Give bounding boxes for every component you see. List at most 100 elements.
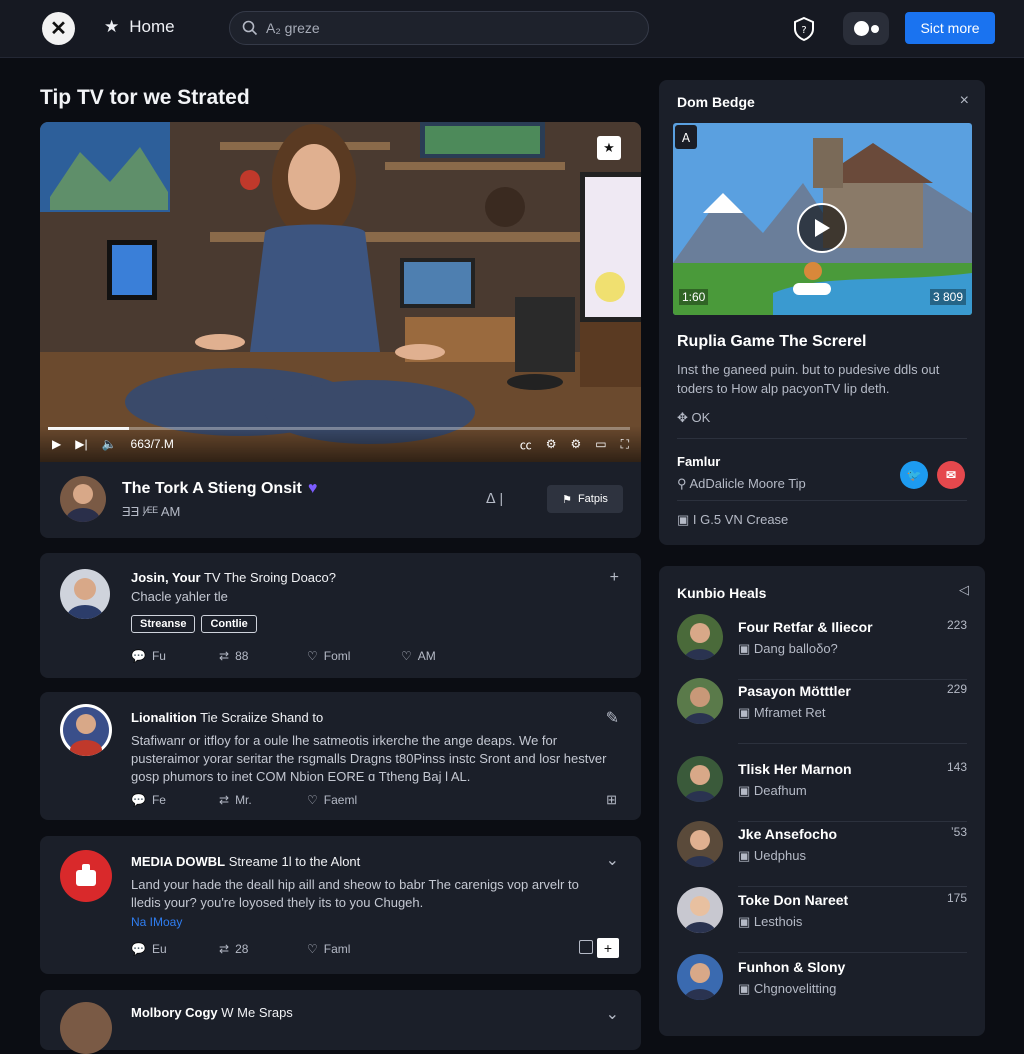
friend-item[interactable]: Tlisk Her Marnon ▣ Deafhum 143	[677, 756, 967, 822]
tag-chip[interactable]: Streanse	[131, 615, 196, 633]
friend-avatar[interactable]	[677, 756, 723, 802]
family-label: Famlur	[677, 454, 721, 469]
like-button[interactable]: ♡ Faeml	[307, 793, 357, 807]
mail-icon[interactable]: ✉	[937, 461, 965, 489]
comment-button[interactable]: 💬 Fe	[131, 793, 219, 807]
chevron-down-icon[interactable]: ⌄	[606, 850, 619, 870]
post-avatar[interactable]	[60, 704, 112, 756]
settings-icon[interactable]: ⚙	[546, 437, 557, 451]
friend-avatar[interactable]	[677, 678, 723, 724]
friend-name: Funhon & Slony	[738, 959, 846, 975]
repost-icon: ⇄	[219, 649, 230, 663]
friend-item[interactable]: Funhon & Slony ▣ Chgnovelitting	[677, 954, 967, 1020]
game-description: Inst the ganeed puin. but to pudesive dd…	[677, 362, 940, 396]
repost-button[interactable]: ⇄ 28	[219, 942, 307, 956]
time-readout: 663/7.M	[130, 437, 174, 451]
comment-icon: 💬	[131, 649, 146, 663]
post-actions: 💬 Eu ⇄ 28 ♡ Faml	[131, 942, 350, 956]
post-avatar[interactable]	[60, 569, 110, 619]
friend-item[interactable]: Jke Ansefocho ▣ Uedphus ʼ53	[677, 821, 967, 887]
post-title: MEDIA DOWBL Streame 1l to the Alont	[131, 854, 361, 869]
panel-title: Dom Bedge	[677, 94, 755, 110]
friend-status: ▣ Chgnovelitting	[738, 981, 837, 996]
search-icon	[242, 20, 258, 36]
post-avatar[interactable]	[60, 1002, 112, 1054]
play-icon[interactable]: ▶	[52, 437, 61, 451]
video-player[interactable]: ★ ▶ ▶| 🔈 663/7.M ㏄ ⚙ ⚙ ▭ ⛶	[40, 122, 641, 462]
add-button[interactable]: +	[597, 938, 619, 958]
friend-item[interactable]: Four Retfar & Iliecor ▣ Dang balloδο? 223	[677, 614, 967, 680]
see-more-button[interactable]: Sict more	[905, 12, 995, 44]
family-sub2: ▣ I G.5 VN Crease	[677, 512, 789, 527]
page-title: Tip TV tor we Strated	[40, 86, 250, 109]
channel-avatar[interactable]	[60, 476, 106, 522]
checkbox[interactable]	[579, 940, 593, 954]
friend-item[interactable]: Pasayon Mötttler ▣ Mframet Ret 229	[677, 678, 967, 744]
video-frame	[40, 122, 641, 462]
bookmark-icon[interactable]: ★	[597, 136, 621, 160]
divider	[677, 500, 967, 501]
like-button[interactable]: ᐃ |	[486, 490, 503, 507]
friend-avatar[interactable]	[677, 954, 723, 1000]
home-nav[interactable]: ★ Home	[104, 17, 175, 37]
shield-question-icon[interactable]: ?	[790, 15, 818, 43]
search-box[interactable]	[229, 11, 649, 45]
friend-name: Tlisk Her Marnon	[738, 761, 852, 777]
volume-icon[interactable]: 🔈	[102, 437, 117, 451]
friend-avatar[interactable]	[677, 821, 723, 867]
game-thumbnail[interactable]: A 1:60 3 809	[673, 123, 972, 315]
friend-count: 223	[946, 618, 967, 632]
quality-icon[interactable]: ⚙	[570, 437, 581, 451]
friend-status: ▣ Deafhum	[738, 783, 807, 798]
friend-status: ▣ Lesthois	[738, 914, 803, 929]
theme-toggle[interactable]	[843, 12, 889, 45]
repost-button[interactable]: ⇄ Mr.	[219, 793, 307, 807]
top-bar: ✕ ★ Home ? Sict more	[0, 0, 1024, 58]
twitter-icon[interactable]: 🐦	[900, 461, 928, 489]
heart-outline-icon: ♡	[307, 649, 318, 663]
friend-count: ʼ53	[950, 825, 967, 839]
svg-text:?: ?	[801, 25, 806, 36]
edit-icon[interactable]: ◁	[959, 582, 969, 598]
friend-item[interactable]: Toke Don Nareet ▣ Lesthois 175	[677, 887, 967, 953]
media-avatar[interactable]	[60, 850, 112, 902]
close-icon[interactable]: ×	[960, 92, 969, 110]
status-icon: ▣	[738, 914, 751, 929]
play-button[interactable]	[797, 203, 847, 253]
post-link[interactable]: Na IMoay	[131, 915, 182, 929]
edit-icon[interactable]: ✎	[606, 708, 619, 728]
tag-chip[interactable]: Contlie	[201, 615, 257, 633]
like-button[interactable]: ♡ Faml	[307, 942, 350, 956]
fullscreen-icon[interactable]: ⛶	[621, 437, 629, 452]
divider	[738, 952, 967, 953]
repost-button[interactable]: ⇄ 88	[219, 649, 307, 663]
plus-icon[interactable]: +	[610, 569, 619, 587]
captions-icon[interactable]: ㏄	[520, 436, 532, 453]
star-icon: ★	[104, 17, 120, 36]
like-button[interactable]: ♡ Foml	[307, 649, 401, 663]
status-icon: ▣	[738, 705, 751, 720]
repost-icon: ⇄	[219, 942, 230, 956]
chevron-down-icon[interactable]: ⌄	[606, 1004, 619, 1024]
theater-icon[interactable]: ▭	[595, 437, 606, 451]
follow-button[interactable]: ⚑ Fatpis	[547, 485, 623, 513]
friend-status: ▣ Mframet Ret	[738, 705, 826, 720]
gamepad-icon: ✥	[677, 410, 688, 425]
game-title: Ruplia Game The Screrel	[677, 333, 867, 350]
save-button[interactable]: ♡ AM	[401, 649, 436, 663]
media-icon[interactable]: ⊞	[606, 792, 617, 808]
repost-icon: ⇄	[219, 793, 230, 807]
comment-button[interactable]: 💬 Eu	[131, 942, 219, 956]
friend-avatar[interactable]	[677, 887, 723, 933]
next-icon[interactable]: ▶|	[75, 437, 87, 451]
comment-button[interactable]: 💬 Fu	[131, 649, 219, 663]
app-logo[interactable]: ✕	[42, 12, 75, 45]
post-actions: 💬 Fu ⇄ 88 ♡ Foml ♡ AM	[131, 649, 436, 663]
status-icon: ▣	[738, 848, 751, 863]
search-input[interactable]	[266, 20, 626, 36]
friend-avatar[interactable]	[677, 614, 723, 660]
ok-row[interactable]: ✥ OK	[677, 410, 710, 426]
family-sub: ⚲ AdDalicle Moore Tip	[677, 476, 806, 491]
post-card: Molbory Cogy W Me Sraps ⌄	[40, 990, 641, 1054]
player-controls: ▶ ▶| 🔈 663/7.M ㏄ ⚙ ⚙ ▭ ⛶	[40, 426, 641, 462]
